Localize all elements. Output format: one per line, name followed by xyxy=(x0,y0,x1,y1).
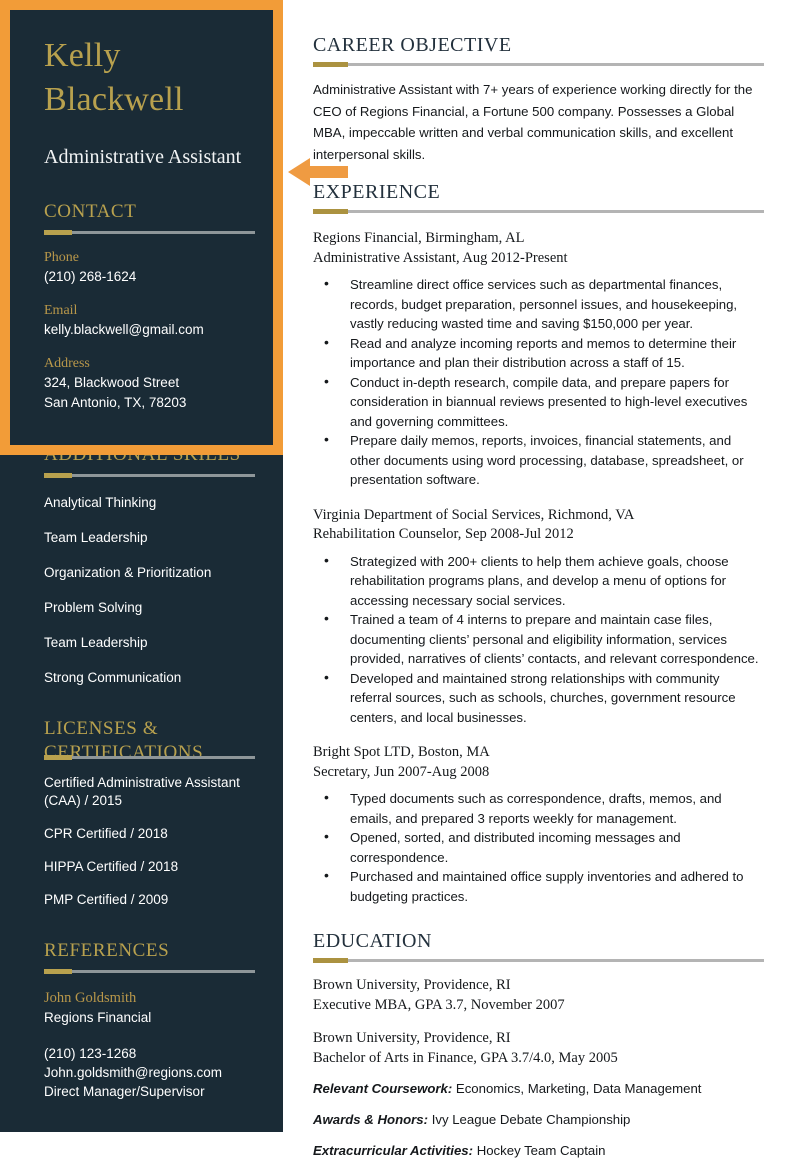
list-item: Purchased and maintained office supply i… xyxy=(313,866,764,906)
list-item: Problem Solving xyxy=(44,600,143,615)
list-item: CPR Certified / 2018 xyxy=(44,826,168,841)
experience-role: Rehabilitation Counselor, Sep 2008-Jul 2… xyxy=(313,526,574,542)
career-objective-heading: CAREER OBJECTIVE xyxy=(313,34,512,56)
reference-contact: (210) 123-1268 John.goldsmith@regions.co… xyxy=(44,1044,255,1101)
education-entry: Brown University, Providence, RI Executi… xyxy=(313,975,764,1015)
email-label: Email xyxy=(44,303,78,318)
list-item: Analytical Thinking xyxy=(44,495,157,510)
list-item: Developed and maintained strong relation… xyxy=(313,668,764,728)
contact-email: Email kelly.blackwell@gmail.com xyxy=(44,302,255,340)
address-line-2: San Antonio, TX, 78203 xyxy=(44,395,187,410)
contact-phone: Phone (210) 268-1624 xyxy=(44,249,255,287)
relevant-coursework-label: Relevant Coursework: xyxy=(313,1081,453,1096)
list-item: PMP Certified / 2009 xyxy=(44,892,169,907)
section-divider xyxy=(313,62,764,67)
list-item: Certified Administrative Assistant (CAA)… xyxy=(44,775,240,808)
awards-honors: Awards & Honors: Ivy League Debate Champ… xyxy=(313,1110,764,1130)
career-objective-text: Administrative Assistant with 7+ years o… xyxy=(313,82,753,162)
address-label: Address xyxy=(44,356,90,371)
list-item: Strategized with 200+ clients to help th… xyxy=(313,551,764,611)
relevant-coursework: Relevant Coursework: Economics, Marketin… xyxy=(313,1079,764,1099)
experience-role: Secretary, Jun 2007-Aug 2008 xyxy=(313,763,490,780)
list-item: Read and analyze incoming reports and me… xyxy=(313,333,764,373)
experience-company: Virginia Department of Social Services, … xyxy=(313,506,635,523)
contact-address: Address 324, Blackwood Street San Antoni… xyxy=(44,355,255,413)
list-item: Typed documents such as correspondence, … xyxy=(313,788,764,828)
section-divider xyxy=(44,473,255,478)
education-entry: Brown University, Providence, RI Bachelo… xyxy=(313,1028,764,1068)
section-divider xyxy=(44,969,255,974)
list-item: Trained a team of 4 interns to prepare a… xyxy=(313,609,764,669)
skills-heading: ADDITIONAL SKILLS xyxy=(44,444,241,465)
education-school: Brown University, Providence, RI xyxy=(313,1030,511,1046)
arrow-annotation-icon xyxy=(288,158,348,186)
phone-label: Phone xyxy=(44,250,79,265)
list-item: Opened, sorted, and distributed incoming… xyxy=(313,827,764,867)
education-degree: Bachelor of Arts in Finance, GPA 3.7/4.0… xyxy=(313,1050,618,1066)
experience-section: EXPERIENCE Regions Financial, Birmingham… xyxy=(313,179,764,906)
sidebar: Kelly Blackwell Administrative Assistant… xyxy=(0,0,283,1132)
experience-company: Bright Spot LTD, Boston, MA xyxy=(313,744,490,760)
licenses-list: Certified Administrative Assistant (CAA)… xyxy=(44,774,255,909)
experience-company: Regions Financial, Birmingham, AL xyxy=(313,230,525,246)
contact-section: CONTACT Phone (210) 268-1624 Email kelly… xyxy=(44,200,255,413)
experience-bullets: Typed documents such as correspondence, … xyxy=(313,788,764,906)
email-value: kelly.blackwell@gmail.com xyxy=(44,322,204,337)
references-heading: REFERENCES xyxy=(44,940,170,961)
extracurricular-label: Extracurricular Activities: xyxy=(313,1143,474,1158)
phone-value: (210) 268-1624 xyxy=(44,269,137,284)
reference-relation: Direct Manager/Supervisor xyxy=(44,1084,205,1099)
reference-email: John.goldsmith@regions.com xyxy=(44,1065,223,1080)
list-item: Streamline direct office services such a… xyxy=(313,274,764,334)
experience-role: Administrative Assistant, Aug 2012-Prese… xyxy=(313,249,568,266)
candidate-job-title: Administrative Assistant xyxy=(44,146,242,168)
education-school: Brown University, Providence, RI xyxy=(313,977,511,993)
experience-bullets: Strategized with 200+ clients to help th… xyxy=(313,551,764,728)
contact-heading: CONTACT xyxy=(44,201,137,222)
main-column: CAREER OBJECTIVE Administrative Assistan… xyxy=(283,0,800,1158)
section-divider xyxy=(313,958,764,963)
extracurricular-value: Hockey Team Captain xyxy=(473,1143,606,1158)
education-heading: EDUCATION xyxy=(313,930,432,952)
licenses-heading-line-1: LICENSES & xyxy=(44,718,159,739)
references-section: REFERENCES John Goldsmith Regions Financ… xyxy=(44,939,255,1101)
resume-page: Kelly Blackwell Administrative Assistant… xyxy=(0,0,800,1158)
list-item: Conduct in-depth research, compile data,… xyxy=(313,372,764,432)
list-item: Strong Communication xyxy=(44,670,182,685)
licenses-section: LICENSES & CERTIFICATIONS Certified Admi… xyxy=(44,717,255,909)
skills-list: Analytical Thinking Team Leadership Orga… xyxy=(44,494,255,687)
education-section: EDUCATION Brown University, Providence, … xyxy=(313,928,764,1161)
education-degree: Executive MBA, GPA 3.7, November 2007 xyxy=(313,997,565,1013)
section-divider xyxy=(313,209,764,214)
extracurricular-activities: Extracurricular Activities: Hockey Team … xyxy=(313,1141,764,1161)
list-item: Team Leadership xyxy=(44,530,148,545)
experience-bullets: Streamline direct office services such a… xyxy=(313,274,764,490)
skills-section: ADDITIONAL SKILLS Analytical Thinking Te… xyxy=(44,443,255,687)
awards-honors-label: Awards & Honors: xyxy=(313,1112,429,1127)
awards-honors-value: Ivy League Debate Championship xyxy=(428,1112,631,1127)
list-item: Team Leadership xyxy=(44,635,148,650)
address-line-1: 324, Blackwood Street xyxy=(44,375,180,390)
section-divider xyxy=(44,755,255,760)
experience-entry: Regions Financial, Birmingham, AL Admini… xyxy=(313,229,764,490)
experience-heading: EXPERIENCE xyxy=(313,181,441,203)
list-item: HIPPA Certified / 2018 xyxy=(44,859,179,874)
section-divider xyxy=(44,230,255,235)
candidate-name: Kelly Blackwell xyxy=(44,37,184,118)
experience-entry: Virginia Department of Social Services, … xyxy=(313,506,764,728)
reference-name: John Goldsmith xyxy=(44,990,137,1006)
list-item: Organization & Prioritization xyxy=(44,565,212,580)
reference-organization: Regions Financial xyxy=(44,1010,152,1025)
relevant-coursework-value: Economics, Marketing, Data Management xyxy=(452,1081,702,1096)
career-objective-section: CAREER OBJECTIVE Administrative Assistan… xyxy=(313,32,764,165)
reference-phone: (210) 123-1268 xyxy=(44,1046,137,1061)
list-item: Prepare daily memos, reports, invoices, … xyxy=(313,430,764,490)
experience-entry: Bright Spot LTD, Boston, MA Secretary, J… xyxy=(313,743,764,906)
